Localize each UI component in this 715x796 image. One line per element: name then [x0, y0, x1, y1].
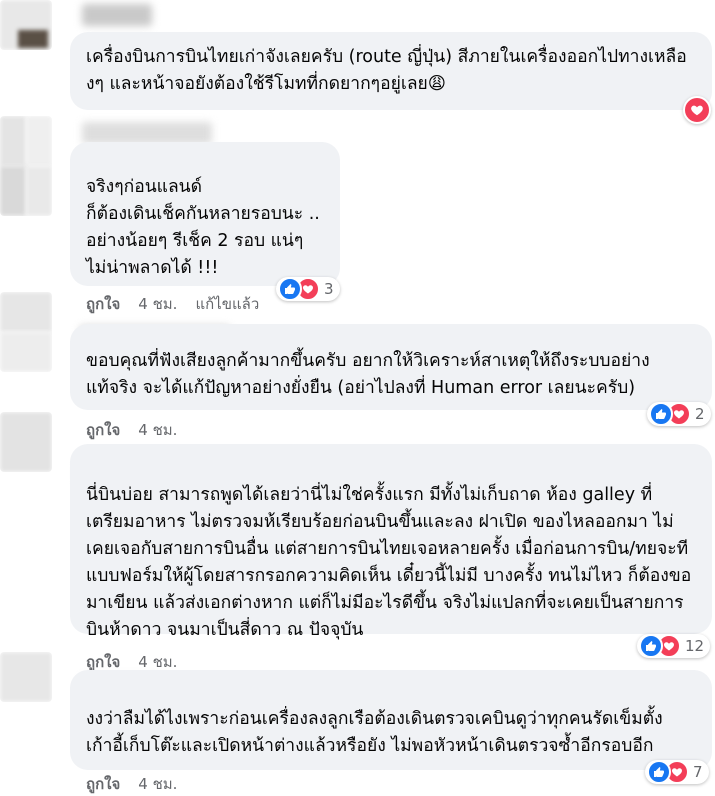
reaction-count: 2: [695, 405, 705, 423]
comment-text: นี่บินบ่อย สามารถพูดได้เลยว่านี่ไม่ใช่คร…: [86, 485, 692, 640]
reaction-count: 12: [685, 637, 705, 655]
reactions-summary[interactable]: 7: [645, 760, 709, 784]
love-icon: [691, 105, 703, 116]
avatar[interactable]: [0, 412, 52, 472]
comment-text: จริงๆก่อนแลนด์ ก็ต้องเดินเช็คกันหลายรอบน…: [86, 177, 320, 278]
comment-bubble: นี่บินบ่อย สามารถพูดได้เลยว่านี่ไม่ใช่คร…: [70, 444, 712, 640]
comment-text: ขอบคุณที่ฟังเสียงลูกค้ามากขึ้นครับ อยากใ…: [86, 351, 650, 398]
timestamp[interactable]: 4 ชม.: [138, 418, 177, 442]
edited-label: แก้ไขแล้ว: [195, 295, 260, 313]
comment-bubble: ขอบคุณที่ฟังเสียงลูกค้ามากขึ้นครับ อยากใ…: [70, 324, 712, 410]
like-button[interactable]: ถูกใจ: [86, 772, 120, 796]
comment-bubble: จริงๆก่อนแลนด์ ก็ต้องเดินเช็คกันหลายรอบน…: [70, 142, 340, 286]
like-button[interactable]: ถูกใจ: [86, 292, 120, 316]
reactions-summary[interactable]: 2: [647, 402, 711, 426]
avatar[interactable]: [0, 652, 52, 702]
reaction-badge[interactable]: [683, 96, 711, 124]
commenter-name[interactable]: [82, 4, 152, 26]
comment-actions: ถูกใจ 4 ชม.: [86, 418, 195, 442]
comment-text: งงว่าลืมได้ไงเพราะก่อนเครื่องลงลูกเรือต้…: [86, 709, 663, 756]
avatar[interactable]: [0, 116, 52, 216]
avatar[interactable]: [0, 292, 52, 372]
comment-bubble: เครื่องบินการบินไทยเก่าจังเลยครับ (route…: [70, 32, 712, 110]
like-icon: [639, 634, 663, 658]
reaction-count: 7: [693, 763, 703, 781]
comment-actions: ถูกใจ 4 ชม.: [86, 772, 195, 796]
like-button[interactable]: ถูกใจ: [86, 418, 120, 442]
like-icon: [649, 402, 673, 426]
comment-bubble: งงว่าลืมได้ไงเพราะก่อนเครื่องลงลูกเรือต้…: [70, 670, 712, 770]
commenter-name[interactable]: [82, 122, 212, 144]
timestamp[interactable]: 4 ชม.: [138, 772, 177, 796]
avatar[interactable]: [0, 0, 52, 50]
reaction-count: 3: [324, 280, 334, 298]
timestamp[interactable]: 4 ชม.: [138, 292, 177, 316]
comment-text: เครื่องบินการบินไทยเก่าจังเลยครับ (route…: [86, 47, 687, 94]
reactions-summary[interactable]: 3: [276, 277, 340, 301]
reactions-summary[interactable]: 12: [637, 634, 711, 658]
comment-actions: ถูกใจ 4 ชม. แก้ไขแล้ว: [86, 292, 277, 316]
like-icon: [647, 760, 671, 784]
like-icon: [278, 277, 302, 301]
